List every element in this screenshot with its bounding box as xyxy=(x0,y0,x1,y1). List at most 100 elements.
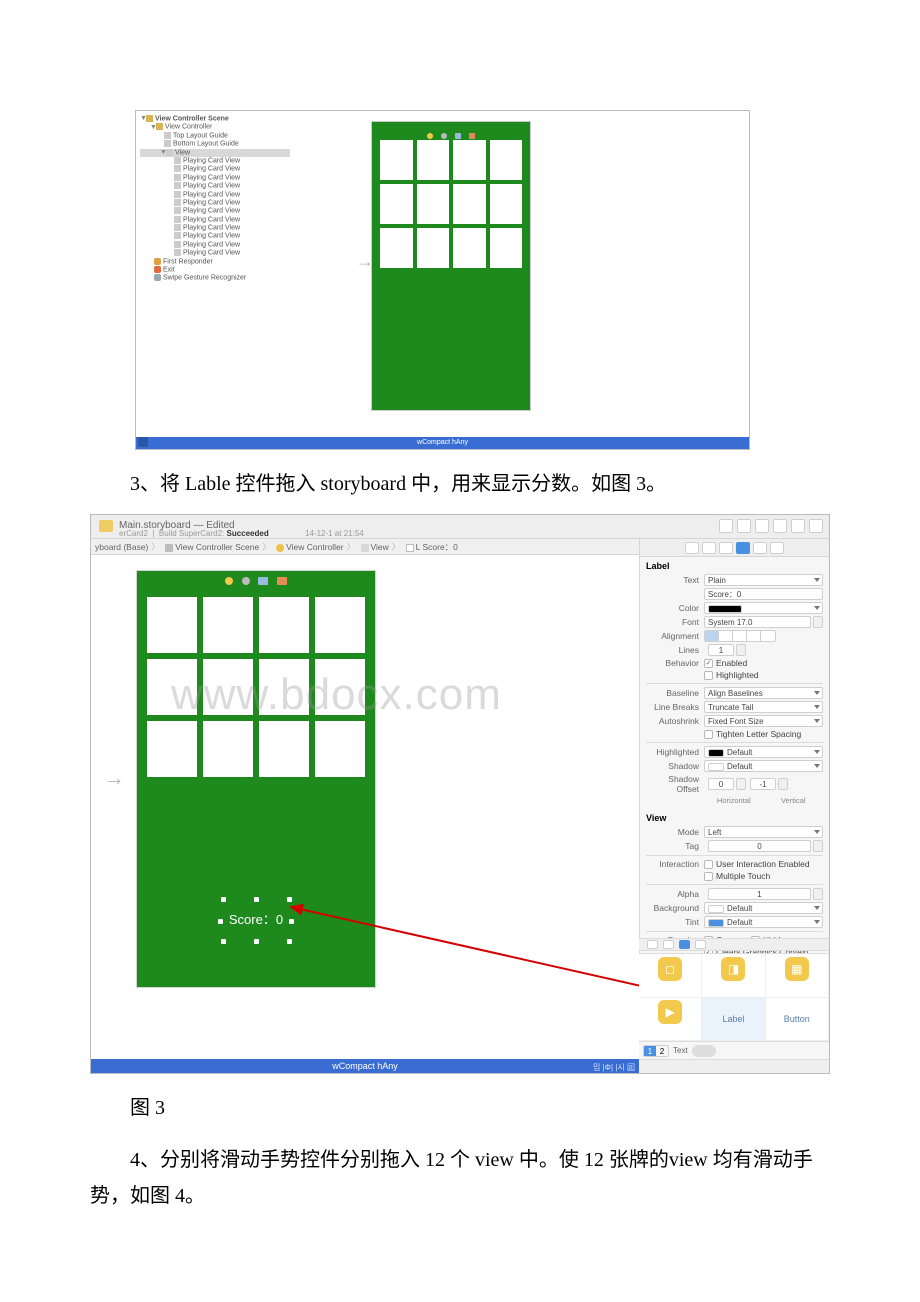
library-filter-bar: 12 Text xyxy=(639,1041,829,1059)
tree-card-5: Playing Card View xyxy=(183,191,240,198)
section-label: Label TextPlain Score：0 Color FontSystem… xyxy=(640,557,829,809)
libtab-4[interactable] xyxy=(695,940,706,949)
inspector-footer xyxy=(639,1059,829,1073)
lib-button[interactable]: Button xyxy=(766,998,829,1042)
toolbar-icon-3[interactable] xyxy=(755,519,769,533)
library-pager[interactable]: 12 xyxy=(643,1045,669,1057)
toolbar-icon-2[interactable] xyxy=(737,519,751,533)
cb-enabled[interactable] xyxy=(704,659,713,668)
tab-connections[interactable] xyxy=(770,542,784,554)
scene-icon-2 xyxy=(242,577,250,585)
font-stepper[interactable] xyxy=(813,616,823,628)
toolbar-icon-1[interactable] xyxy=(719,519,733,533)
size-class-bar[interactable]: wCompact hAny 밉 |Φ| |시 囸 xyxy=(91,1059,639,1073)
tree-bottom-guide: Bottom Layout Guide xyxy=(173,141,239,148)
cb-multitouch[interactable] xyxy=(704,872,713,881)
tree-first-responder: First Responder xyxy=(163,258,213,265)
lib-label[interactable]: Label xyxy=(702,998,765,1042)
card-grid xyxy=(147,597,365,777)
scene-icon-1 xyxy=(427,133,433,139)
scene-icon-3 xyxy=(455,133,461,139)
cb-highlighted[interactable] xyxy=(704,671,713,680)
autoshrink-select[interactable]: Fixed Font Size xyxy=(704,715,823,727)
cb-user-interaction[interactable] xyxy=(704,860,713,869)
lib-picker[interactable]: ▶ xyxy=(639,998,702,1042)
tree-card-3: Playing Card View xyxy=(183,174,240,181)
tree-swipe: Swipe Gesture Recognizer xyxy=(163,275,246,282)
text-value-input[interactable]: Score：0 xyxy=(704,588,823,600)
tab-file[interactable] xyxy=(685,542,699,554)
section-title-view: View xyxy=(646,813,823,823)
tab-quickhelp[interactable] xyxy=(702,542,716,554)
libtab-1[interactable] xyxy=(647,940,658,949)
lib-grid[interactable]: ▦ xyxy=(766,954,829,998)
linebreaks-select[interactable]: Truncate Tail xyxy=(704,701,823,713)
score-label-text: Score：0 xyxy=(229,912,283,927)
shadow-select[interactable]: Default xyxy=(704,760,823,772)
inspector-tabs[interactable] xyxy=(640,539,829,557)
figure-3-caption: 图 3 xyxy=(90,1090,830,1126)
shadow-v-input[interactable]: -1 xyxy=(750,778,776,790)
tree-card-8: Playing Card View xyxy=(183,216,240,223)
tree-exit: Exit xyxy=(163,266,175,273)
tree-view: View xyxy=(175,149,190,156)
alpha-input[interactable]: 1 xyxy=(708,888,811,900)
toolbar-icon-6[interactable] xyxy=(809,519,823,533)
paragraph-step-3: 3、将 Lable 控件拖入 storyboard 中，用来显示分数。如图 3。 xyxy=(90,466,830,502)
background-select[interactable]: Default xyxy=(704,902,823,914)
object-library: ◻ ◨ ▦ ▶ Label Button xyxy=(639,953,829,1041)
tag-input[interactable]: 0 xyxy=(708,840,811,852)
tree-card-9: Playing Card View xyxy=(183,224,240,231)
scene-icon-4 xyxy=(469,133,475,139)
tab-size[interactable] xyxy=(753,542,767,554)
device-canvas: Score：0 xyxy=(136,570,376,988)
color-select[interactable] xyxy=(704,602,823,614)
folder-icon xyxy=(99,520,113,532)
lib-viewcontroller[interactable]: ◻ xyxy=(639,954,702,998)
entry-arrow: → xyxy=(103,765,125,791)
lib-cube[interactable]: ◨ xyxy=(702,954,765,998)
tree-card-2: Playing Card View xyxy=(183,166,240,173)
tab-attributes[interactable] xyxy=(736,542,750,554)
baseline-select[interactable]: Align Baselines xyxy=(704,687,823,699)
library-tabs[interactable] xyxy=(639,938,829,951)
scene-icon-4 xyxy=(277,577,287,585)
text-mode-select[interactable]: Plain xyxy=(704,574,823,586)
tree-scene: View Controller Scene xyxy=(155,115,229,122)
card-grid xyxy=(380,140,522,268)
toolbar-icon-4[interactable] xyxy=(773,519,787,533)
lib-text-label: Text xyxy=(673,1046,688,1055)
alignment-segment[interactable] xyxy=(704,630,776,642)
jump-bar[interactable]: yboard (Base)〉 View Controller Scene〉 Vi… xyxy=(91,539,639,555)
score-label-selected[interactable]: Score：0 xyxy=(137,890,375,947)
switch-icon xyxy=(692,1045,716,1057)
lines-input[interactable]: 1 xyxy=(708,644,734,656)
tree-vc: View Controller xyxy=(165,124,212,131)
scene-icon-3 xyxy=(258,577,268,585)
shadow-h-input[interactable]: 0 xyxy=(708,778,734,790)
size-class-bar: wCompact hAny xyxy=(136,437,749,449)
canvas-bottom-icons[interactable]: 밉 |Φ| |시 囸 xyxy=(593,1061,635,1075)
figure-3-screenshot: Main.storyboard — Edited erCard2 | Build… xyxy=(90,514,830,1074)
figure-1-screenshot: ▼View Controller Scene ▼View Controller … xyxy=(135,110,750,450)
tab-identity[interactable] xyxy=(719,542,733,554)
tree-card-4: Playing Card View xyxy=(183,182,240,189)
font-field[interactable]: System 17.0 xyxy=(704,616,811,628)
status-line: erCard2 | Build SuperCard2: Succeeded xyxy=(119,529,269,538)
timestamp: 14-12-1 at 21:54 xyxy=(305,529,364,538)
mode-select[interactable]: Left xyxy=(704,826,823,838)
outline-tree: ▼View Controller Scene ▼View Controller … xyxy=(140,115,290,283)
libtab-2[interactable] xyxy=(663,940,674,949)
cb-tighten[interactable] xyxy=(704,730,713,739)
libtab-objects[interactable] xyxy=(679,940,690,949)
canvas-stage: → Score：0 xyxy=(91,555,639,1059)
toolbar-icon-5[interactable] xyxy=(791,519,805,533)
tree-card-6: Playing Card View xyxy=(183,199,240,206)
tree-top-guide: Top Layout Guide xyxy=(173,132,228,139)
scene-icon-2 xyxy=(441,133,447,139)
highlighted-select[interactable]: Default xyxy=(704,746,823,758)
section-title-label: Label xyxy=(646,561,823,571)
tint-select[interactable]: Default xyxy=(704,916,823,928)
tree-card-1: Playing Card View xyxy=(183,157,240,164)
lines-stepper[interactable] xyxy=(736,644,746,656)
